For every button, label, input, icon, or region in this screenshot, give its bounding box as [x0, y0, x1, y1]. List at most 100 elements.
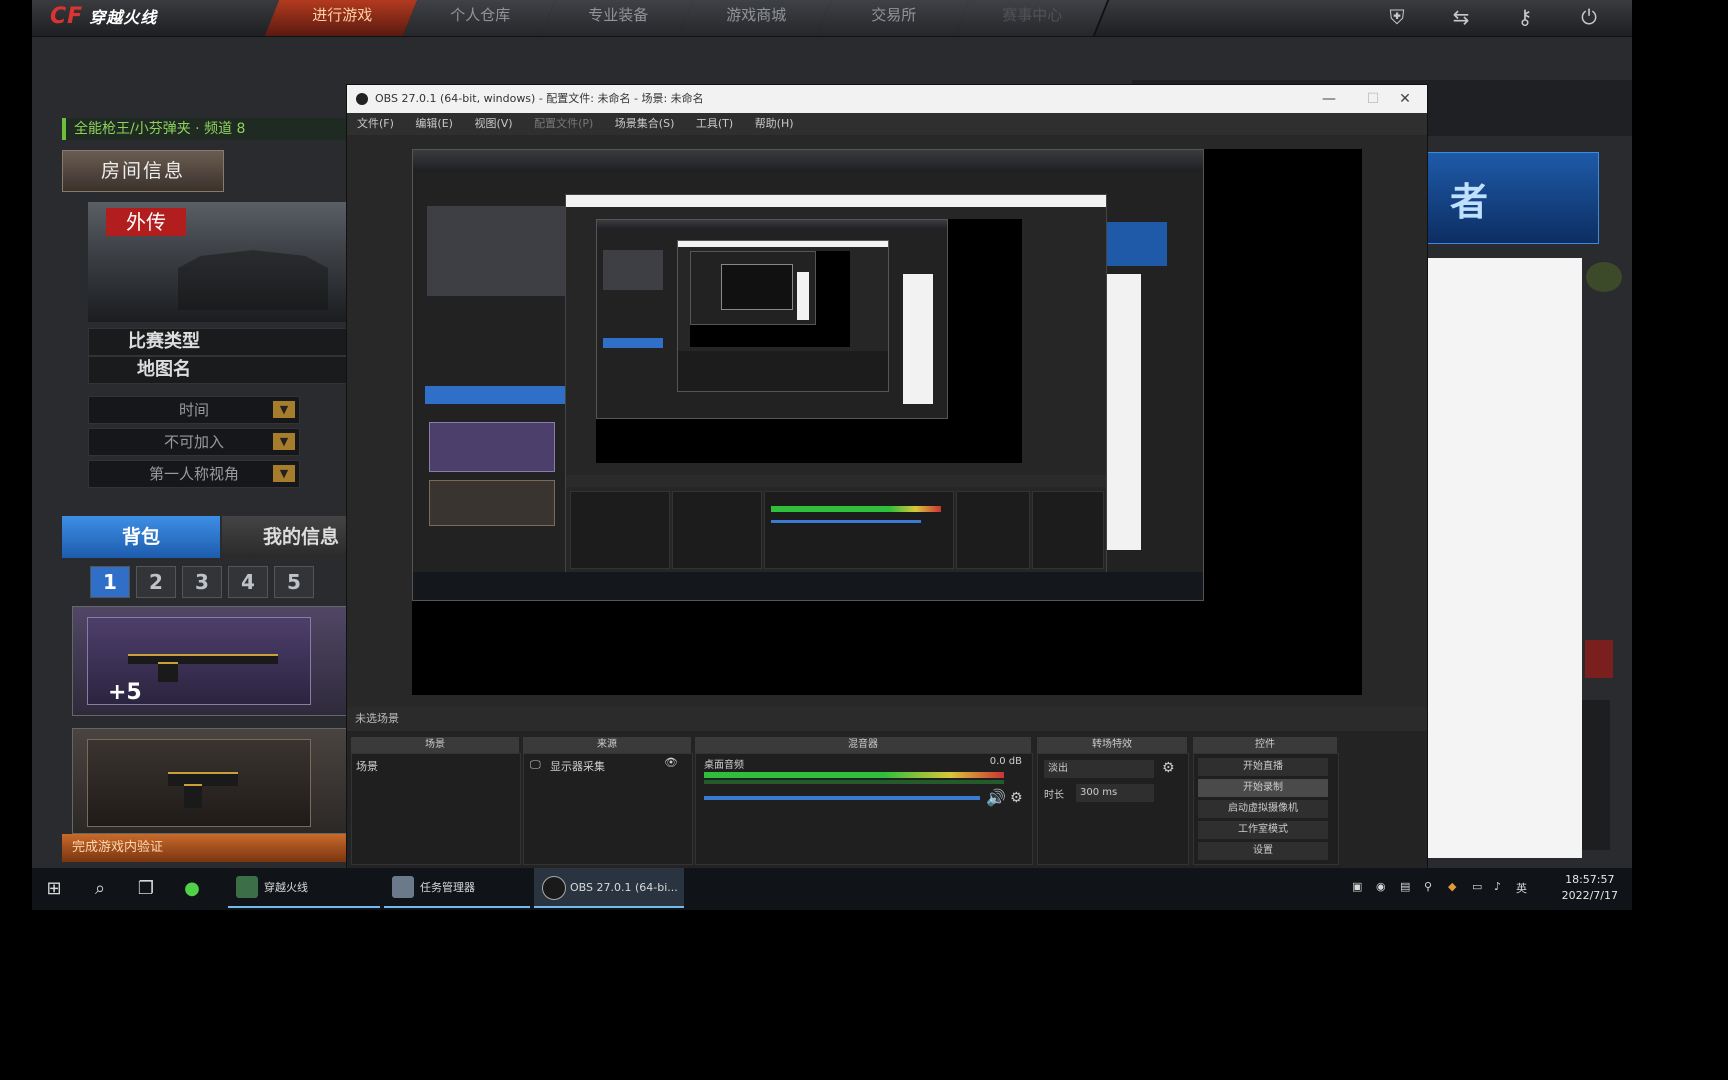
obs-preview-canvas[interactable] — [412, 149, 1362, 695]
page-button[interactable]: 2 — [136, 566, 176, 598]
tray-icon[interactable]: ◉ — [1376, 880, 1386, 893]
tray-icon[interactable]: ◆ — [1448, 880, 1456, 893]
capture-map — [603, 250, 663, 290]
close-icon[interactable]: ✕ — [1383, 85, 1427, 113]
gear-icon[interactable]: ⚙ — [1162, 760, 1175, 776]
side-scrollbar[interactable] — [1582, 700, 1610, 850]
page-button[interactable]: 4 — [228, 566, 268, 598]
game-logo: CF 穿越火线 — [50, 4, 158, 29]
nav-tab-exchange[interactable]: 交易所 — [816, 0, 972, 36]
obs-scene-bar: 未选场景 — [347, 707, 1427, 731]
menu-edit[interactable]: 编辑(E) — [415, 117, 453, 130]
volume-icon[interactable]: ♪ — [1494, 880, 1501, 893]
browser-icon[interactable]: ● — [180, 877, 204, 901]
capture-obs-docks — [678, 351, 888, 391]
side-red-button[interactable] — [1585, 640, 1613, 678]
mixer-db: 0.0 dB — [989, 756, 1022, 767]
capture-tab — [603, 338, 663, 348]
rifle-grip — [158, 662, 178, 682]
scene-item[interactable]: 场景 — [356, 758, 378, 774]
audio-meter-second — [704, 780, 1004, 784]
pistol-icon — [168, 772, 238, 786]
tab-bag[interactable]: 背包 — [62, 516, 220, 558]
capture-dock — [1032, 491, 1104, 569]
clock-time: 18:57:57 — [1565, 873, 1615, 886]
bottom-tip-bar: 完成游戏内验证 — [62, 834, 360, 862]
duration-label: 时长 — [1044, 790, 1064, 801]
taskbar-app-obs[interactable]: OBS 27.0.1 (64-bi... — [534, 868, 684, 908]
audio-meter — [704, 772, 1004, 778]
sources-dock: 🖵 显示器采集 👁 — [523, 753, 693, 865]
page-button[interactable]: 3 — [182, 566, 222, 598]
pistol-grip — [184, 784, 202, 808]
item-level: +5 — [108, 680, 142, 705]
page-button[interactable]: 1 — [90, 566, 130, 598]
switch-icon[interactable]: ⇆ — [1446, 4, 1476, 30]
windows-start-icon[interactable]: ⊞ — [42, 877, 66, 901]
capture-obs — [677, 240, 889, 392]
minimize-icon[interactable]: — — [1307, 85, 1351, 113]
inventory-item-pistol[interactable] — [72, 728, 364, 834]
nav-tab-play[interactable]: 进行游戏 — [264, 0, 420, 36]
inventory-item-rifle[interactable]: +5 — [72, 606, 364, 716]
view-select[interactable]: 第一人称视角 ▼ — [88, 460, 300, 488]
controls-dock: 开始直播 开始录制 启动虚拟摄像机 工作室模式 设置 — [1193, 753, 1339, 865]
studio-mode-button[interactable]: 工作室模式 — [1198, 821, 1328, 839]
capture-tab — [425, 386, 565, 404]
network-icon[interactable]: ⚲ — [1424, 880, 1432, 893]
eye-icon[interactable]: 👁 — [664, 756, 678, 769]
chevron-down-icon: ▼ — [273, 401, 295, 418]
menu-scene-collection[interactable]: 场景集合(S) — [615, 117, 675, 130]
chevron-down-icon: ▼ — [273, 465, 295, 482]
gear-icon[interactable]: ⚙ — [1010, 790, 1023, 806]
menu-file[interactable]: 文件(F) — [357, 117, 394, 130]
obs-logo-icon — [356, 93, 368, 105]
shield-icon[interactable]: ⛨ — [1382, 4, 1412, 30]
status-icon — [1586, 262, 1622, 292]
virtual-camera-button[interactable]: 启动虚拟摄像机 — [1198, 800, 1328, 818]
capture-scenebar — [566, 475, 1106, 487]
menu-view[interactable]: 视图(V) — [474, 117, 512, 130]
pagoda-shape — [178, 250, 328, 310]
start-streaming-button[interactable]: 开始直播 — [1198, 758, 1328, 776]
nav-tab-equipment[interactable]: 专业装备 — [540, 0, 696, 36]
info-key: 地图名 — [137, 359, 191, 380]
transition-select[interactable]: 淡出 — [1044, 760, 1154, 778]
menu-profile[interactable]: 配置文件(P) — [534, 117, 593, 130]
speaker-icon[interactable]: 🔊 — [986, 788, 1006, 807]
white-side-window — [1426, 258, 1582, 858]
source-item[interactable]: 显示器采集 — [550, 758, 605, 774]
tray-icon[interactable]: ▤ — [1400, 880, 1410, 893]
taskbar-app-task-manager[interactable]: 任务管理器 — [384, 868, 530, 908]
nav-tab-shop[interactable]: 游戏商城 — [678, 0, 834, 36]
capture-nav — [597, 220, 947, 230]
display-icon[interactable]: ▭ — [1472, 880, 1482, 893]
tray-icon[interactable]: ▣ — [1352, 880, 1362, 893]
volume-slider[interactable] — [704, 796, 980, 800]
menu-tools[interactable]: 工具(T) — [696, 117, 733, 130]
game-top-nav: CF 穿越火线 进行游戏 个人仓库 专业装备 游戏商城 交易所 赛事中心 ⛨ ⇆ … — [32, 0, 1632, 37]
map-tag: 外传 — [106, 208, 186, 236]
nav-tab-warehouse[interactable]: 个人仓库 — [402, 0, 558, 36]
menu-help[interactable]: 帮助(H) — [755, 117, 794, 130]
start-recording-button[interactable]: 开始录制 — [1198, 779, 1328, 797]
ime-indicator[interactable]: 英 — [1516, 880, 1527, 896]
taskbar-app-game[interactable]: 穿越火线 — [228, 868, 380, 908]
capture-obs-preview — [690, 251, 850, 347]
recursive-capture-level3 — [690, 251, 816, 325]
taskbar-clock[interactable]: 18:57:57 2022/7/17 — [1562, 872, 1618, 904]
duration-input[interactable]: 300 ms — [1076, 784, 1154, 802]
capture-white — [903, 274, 933, 404]
time-select[interactable]: 时间 ▼ — [88, 396, 300, 424]
right-banner[interactable]: 者 — [1427, 152, 1599, 244]
search-icon[interactable]: ⌕ — [88, 877, 112, 901]
settings-button[interactable]: 设置 — [1198, 842, 1328, 860]
join-select[interactable]: 不可加入 ▼ — [88, 428, 300, 456]
obs-menu-bar: 文件(F) 编辑(E) 视图(V) 配置文件(P) 场景集合(S) 工具(T) … — [347, 113, 1427, 135]
page-button[interactable]: 5 — [274, 566, 314, 598]
power-icon[interactable]: ⏻ — [1574, 4, 1604, 30]
nav-tab-events[interactable]: 赛事中心 — [954, 0, 1110, 36]
room-info-button[interactable]: 房间信息 — [62, 150, 224, 192]
task-view-icon[interactable]: ❐ — [134, 877, 158, 901]
key-icon[interactable]: ⚷ — [1510, 4, 1540, 30]
